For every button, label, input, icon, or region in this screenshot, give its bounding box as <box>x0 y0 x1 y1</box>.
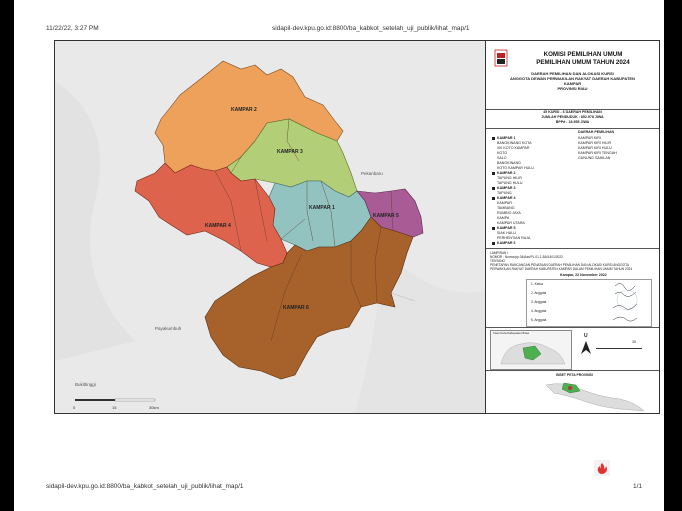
flame-icon <box>597 463 607 474</box>
label-kampar-4: KAMPAR 4 <box>205 223 231 229</box>
signature-table: 1. Ketua 2. Anggota 3. Anggota 4. Anggot… <box>526 279 652 327</box>
lampiran-text: LAMPIRAN I NOMOR : Nomor/pp.04/Aas/PL.01… <box>490 251 633 271</box>
signature-scribbles <box>612 283 638 322</box>
stats-block: 45 KURSI - 6 DAERAH PEMILIHAN JUMLAH PEN… <box>486 109 659 129</box>
place-pekanbaru: Pekanbaru <box>361 171 383 176</box>
inset-scale-value: 30 <box>632 340 636 344</box>
dapil-left-col: KAMPAR 1 BANGKINANG KOTA XIII KOTO KAMPA… <box>492 136 572 246</box>
map-legend-panel: KOMISI PEMILIHAN UMUM PEMILIHAN UMUM TAH… <box>486 41 659 413</box>
print-preview-page-icon[interactable] <box>594 460 610 476</box>
inset-kabupaten: Inset Peta Kabupaten/Kota <box>490 330 572 370</box>
label-kampar-3: KAMPAR 3 <box>277 149 303 155</box>
print-url-top[interactable]: sidapil-dev.kpu.go.id:8800/ba_kabkot_set… <box>272 25 470 32</box>
label-kampar-2: KAMPAR 2 <box>231 107 257 113</box>
print-url-bottom[interactable]: sidapil-dev.kpu.go.id:8800/ba_kabkot_set… <box>46 483 244 490</box>
print-datetime: 11/22/22, 3:27 PM <box>46 25 99 32</box>
date-line: Kampar, 22 November 2022 <box>560 273 607 277</box>
kpu-logo-icon <box>494 49 508 67</box>
north-arrow-icon <box>581 341 591 354</box>
panel-title: KOMISI PEMILIHAN UMUM PEMILIHAN UMUM TAH… <box>508 51 658 67</box>
panel-title-line: KOMISI PEMILIHAN UMUM PEMILIHAN UMUM TAH… <box>536 51 630 66</box>
dapil-header: DAERAH PEMILIHAN <box>578 130 615 134</box>
signature-block: LAMPIRAN I NOMOR : Nomor/pp.04/Aas/PL.01… <box>486 249 659 328</box>
label-kampar-1: KAMPAR 1 <box>309 205 335 211</box>
print-page: 11/22/22, 3:27 PM sidapil-dev.kpu.go.id:… <box>14 0 664 511</box>
inset-kabupaten-map <box>500 342 566 365</box>
place-bukittinggi: Bukittinggi <box>75 382 96 387</box>
inset-kabupaten-block: Inset Peta Kabupaten/Kota U 30 <box>486 328 659 371</box>
svg-text:15: 15 <box>112 405 117 410</box>
inset-provinsi-block: INSET PETA PROVINSI <box>486 371 659 413</box>
place-payakumbuh: Payakumbuh <box>155 326 182 331</box>
map-frame: KAMPAR 2 KAMPAR 3 KAMPAR 1 KAMPAR 4 KAMP… <box>54 40 660 414</box>
title-block: KOMISI PEMILIHAN UMUM PEMILIHAN UMUM TAH… <box>486 41 659 110</box>
dapil-map[interactable]: KAMPAR 2 KAMPAR 3 KAMPAR 1 KAMPAR 4 KAMP… <box>55 41 485 413</box>
inset-scale-line <box>596 348 642 349</box>
inset-provinsi-map <box>545 382 645 412</box>
dapil-list: DAERAH PEMILIHAN KAMPAR 1 BANGKINANG KOT… <box>486 128 659 249</box>
panel-subtitle: DAERAH PEMILIHAN DAN ALOKASI KURSI ANGGO… <box>510 71 635 91</box>
label-kampar-5: KAMPAR 5 <box>373 213 399 219</box>
svg-text:30km: 30km <box>149 405 159 410</box>
print-page-count: 1/1 <box>632 483 642 490</box>
dapil-right-col: KAMPAR KIRI KAMPAR KIRI HILIR KAMPAR KIR… <box>578 136 617 160</box>
map-area[interactable]: KAMPAR 2 KAMPAR 3 KAMPAR 1 KAMPAR 4 KAMP… <box>55 41 486 413</box>
inset-provinsi-title: INSET PETA PROVINSI <box>556 373 593 377</box>
north-arrow-label: U <box>584 333 588 339</box>
label-kampar-6: KAMPAR 6 <box>283 305 309 311</box>
